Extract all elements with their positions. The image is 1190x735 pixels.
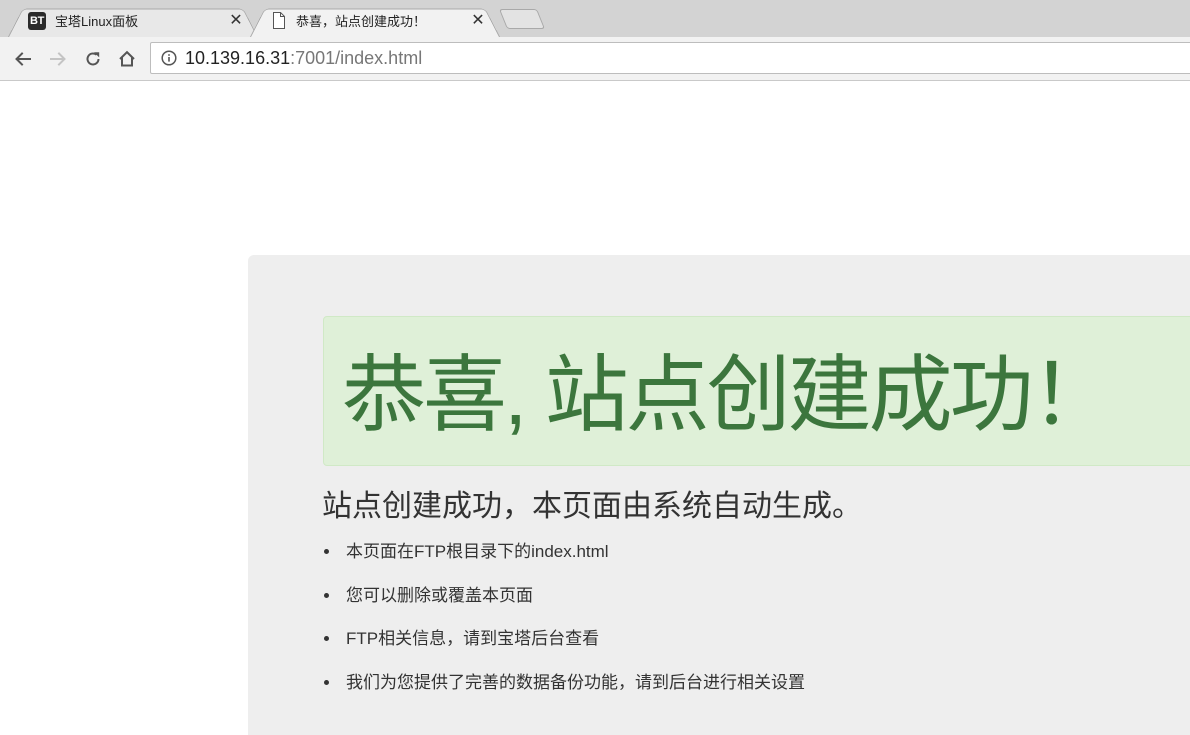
bullet-icon xyxy=(324,679,329,685)
arrow-right-icon xyxy=(50,52,66,66)
success-alert: 恭喜, 站点创建成功！ xyxy=(323,316,1190,466)
reload-icon xyxy=(86,52,100,66)
home-icon xyxy=(119,50,135,67)
bullet-icon xyxy=(324,636,329,641)
close-icon[interactable]: ✕ xyxy=(228,12,244,29)
url-host: 10.139.16.31 xyxy=(185,47,291,68)
list-item: FTP相关信息，请到宝塔后台查看 xyxy=(322,626,805,670)
document-icon xyxy=(270,12,288,30)
bt-logo-icon: BT xyxy=(28,11,46,30)
back-button[interactable] xyxy=(11,47,35,71)
list-item-text: FTP相关信息，请到宝塔后台查看 xyxy=(346,629,600,648)
forward-button[interactable] xyxy=(46,47,70,71)
reload-button[interactable] xyxy=(81,47,105,71)
arrow-left-icon xyxy=(15,52,31,66)
bullet-icon xyxy=(324,549,329,554)
tab-title: 恭喜，站点创建成功！ xyxy=(296,14,427,29)
list-item-text: 我们为您提供了完善的数据备份功能，请到后台进行相关设置 xyxy=(346,672,805,692)
list-item-text: 本页面在FTP根目录下的index.html xyxy=(346,542,609,561)
address-bar[interactable]: 10.139.16.31:7001/index.html xyxy=(150,42,1190,74)
list-item: 本页面在FTP根目录下的index.html xyxy=(322,539,805,583)
tab-inner: 恭喜，站点创建成功！ ✕ xyxy=(250,4,500,37)
tab-strip: BT 宝塔Linux面板 ✕ 恭喜，站点创建成功！ ✕ xyxy=(0,0,1190,37)
tab-title: 宝塔Linux面板 xyxy=(55,14,139,29)
page-viewport: 恭喜, 站点创建成功！ 站点创建成功，本页面由系统自动生成。 本页面在FTP根目… xyxy=(0,82,1190,735)
close-icon[interactable]: ✕ xyxy=(470,12,486,29)
home-button[interactable] xyxy=(115,47,139,71)
bullet-icon xyxy=(324,592,329,598)
list-item: 我们为您提供了完善的数据备份功能，请到后台进行相关设置 xyxy=(322,670,805,714)
tab-bt-panel[interactable]: BT 宝塔Linux面板 ✕ xyxy=(8,4,258,37)
list-item: 您可以删除或覆盖本页面 xyxy=(322,583,805,627)
tab-inner: BT 宝塔Linux面板 ✕ xyxy=(8,4,258,37)
new-tab-button[interactable] xyxy=(498,9,546,29)
content-container: 恭喜, 站点创建成功！ 站点创建成功，本页面由系统自动生成。 本页面在FTP根目… xyxy=(248,255,1190,735)
info-icon[interactable] xyxy=(161,50,177,66)
tab-site-created[interactable]: 恭喜，站点创建成功！ ✕ xyxy=(250,4,500,37)
browser-toolbar: 10.139.16.31:7001/index.html xyxy=(0,37,1190,81)
url-path: :7001/index.html xyxy=(290,47,423,68)
info-list: 本页面在FTP根目录下的index.html 您可以删除或覆盖本页面 FTP相关… xyxy=(322,539,805,713)
page-subtitle: 站点创建成功，本页面由系统自动生成。 xyxy=(322,490,862,523)
list-item-text: 您可以删除或覆盖本页面 xyxy=(346,585,533,605)
page-title: 恭喜, 站点创建成功！ xyxy=(342,348,1115,442)
